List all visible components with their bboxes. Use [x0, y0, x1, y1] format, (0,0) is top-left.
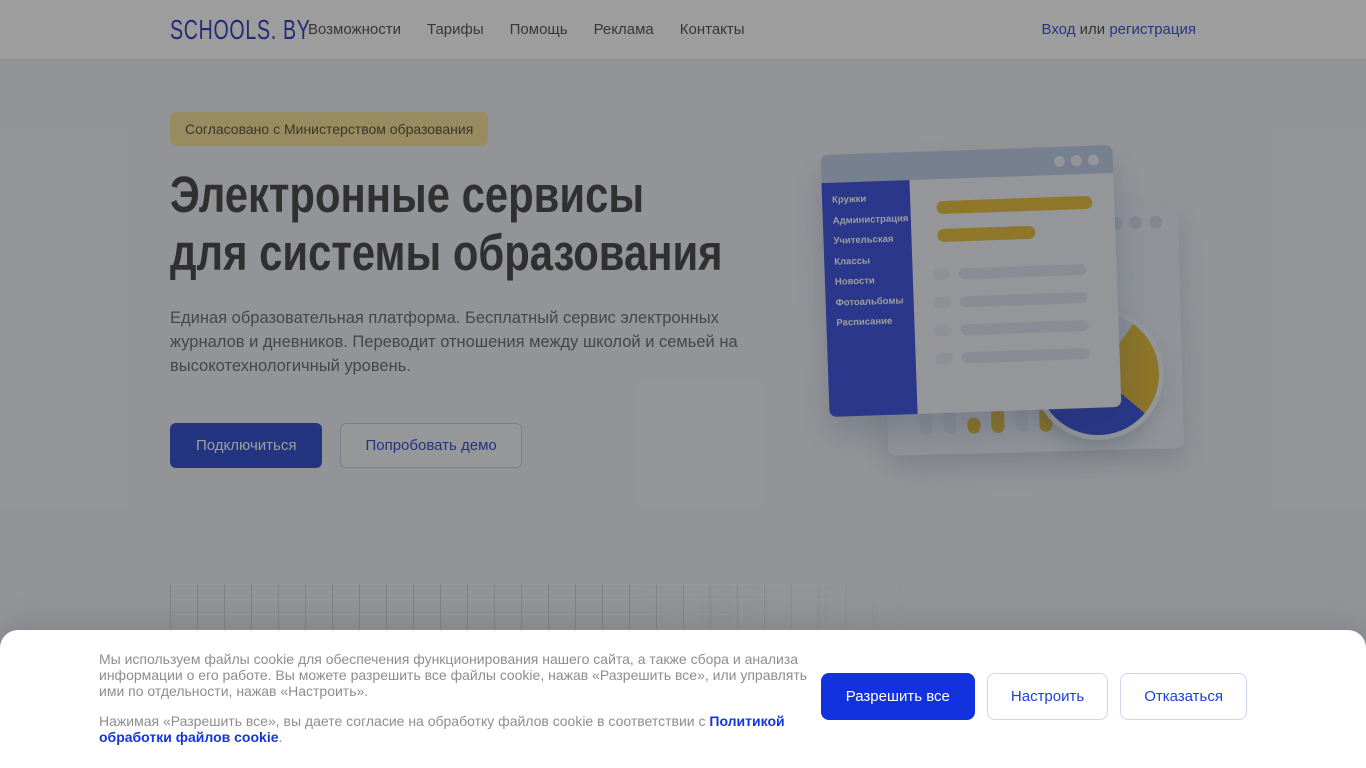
- cookie-paragraph-1: Мы используем файлы cookie для обеспечен…: [99, 651, 808, 699]
- configure-cookies-button[interactable]: Настроить: [986, 673, 1109, 720]
- cookie-text-block: Мы используем файлы cookie для обеспечен…: [99, 651, 811, 745]
- decline-cookies-button[interactable]: Отказаться: [1120, 673, 1247, 720]
- cookie-consent-banner: Мы используем файлы cookie для обеспечен…: [0, 630, 1366, 768]
- cookie-paragraph-2-suffix: .: [278, 729, 283, 745]
- allow-all-cookies-button[interactable]: Разрешить все: [820, 673, 975, 720]
- cookie-buttons-row: Разрешить все Настроить Отказаться: [820, 673, 1247, 720]
- cookie-paragraph-2-prefix: Нажимая «Разрешить все», вы даете соглас…: [99, 713, 710, 729]
- cookie-paragraph-2: Нажимая «Разрешить все», вы даете соглас…: [99, 713, 811, 745]
